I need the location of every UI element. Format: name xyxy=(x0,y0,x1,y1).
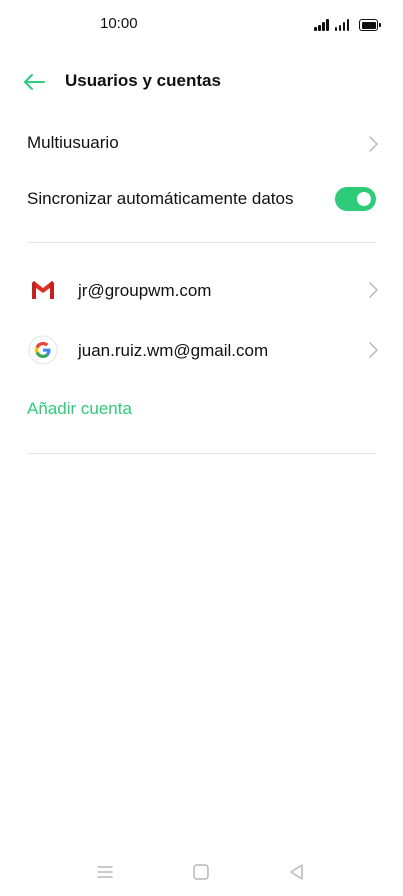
home-icon[interactable] xyxy=(189,860,213,884)
chevron-right-icon xyxy=(369,342,378,358)
add-account-button[interactable]: Añadir cuenta xyxy=(27,399,132,419)
status-time: 10:00 xyxy=(100,15,138,32)
navigation-bar xyxy=(0,848,403,896)
account-label: jr@groupwm.com xyxy=(78,281,212,300)
divider xyxy=(27,453,376,454)
status-bar: 10:00 xyxy=(0,0,403,48)
auto-sync-toggle[interactable] xyxy=(335,187,376,211)
status-icons xyxy=(314,15,381,31)
account-row-google[interactable]: juan.ruiz.wm@gmail.com xyxy=(0,328,403,372)
auto-sync-row: Sincronizar automáticamente datos xyxy=(0,176,403,220)
divider xyxy=(27,242,376,243)
arrow-left-icon xyxy=(24,74,45,90)
multiuser-row[interactable]: Multiusuario xyxy=(0,122,403,166)
auto-sync-label: Sincronizar automáticamente datos xyxy=(27,189,294,208)
back-button[interactable] xyxy=(18,66,50,98)
gmail-icon xyxy=(32,281,54,299)
account-row-gmail[interactable]: jr@groupwm.com xyxy=(0,268,403,312)
battery-icon xyxy=(359,19,381,31)
google-icon xyxy=(28,335,58,365)
toggle-knob xyxy=(357,192,371,206)
header: Usuarios y cuentas xyxy=(0,56,403,108)
page-title: Usuarios y cuentas xyxy=(65,71,221,90)
account-label: juan.ruiz.wm@gmail.com xyxy=(78,341,269,360)
signal-icon xyxy=(314,19,329,31)
back-triangle-icon[interactable] xyxy=(285,860,309,884)
signal-icon xyxy=(334,19,349,31)
multiuser-label: Multiusuario xyxy=(27,133,119,152)
menu-icon[interactable] xyxy=(93,860,117,884)
chevron-right-icon xyxy=(369,282,378,298)
chevron-right-icon xyxy=(369,136,378,152)
